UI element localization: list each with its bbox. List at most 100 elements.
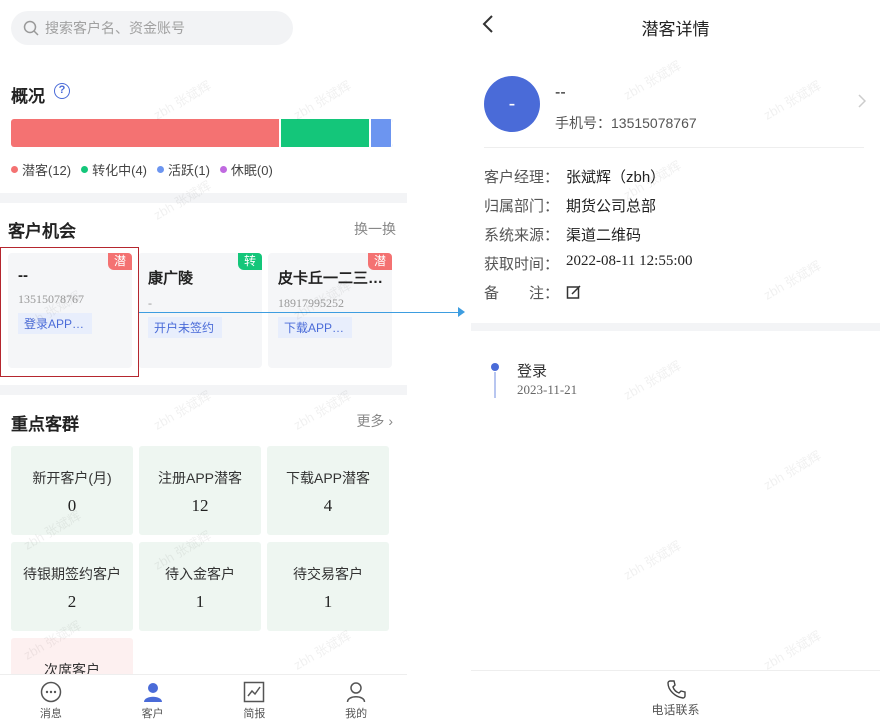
info-key: 备 注：: [484, 285, 560, 302]
legend-dot: [157, 166, 165, 173]
info-value: 期货公司总部: [566, 198, 657, 215]
group-value: 0: [67, 496, 77, 515]
legend-label: 潜客(12): [22, 163, 72, 178]
section-divider: [471, 323, 880, 331]
opportunity-card[interactable]: 转 康广陵 - 开户未签约: [138, 253, 262, 368]
timeline-event: 登录: [517, 363, 548, 380]
group-label: 注册APP潜客: [157, 470, 242, 486]
call-button[interactable]: 电话联系: [471, 670, 880, 722]
timeline-line: [494, 372, 496, 398]
info-row: 备 注：: [484, 282, 582, 303]
info-value: 渠道二维码: [566, 227, 642, 244]
overview-title: 概况: [11, 87, 45, 106]
status-tag: 潜: [368, 253, 392, 270]
opportunity-name: 康广陵: [148, 270, 194, 287]
overview-bar-segment: [370, 119, 393, 147]
tab-profile[interactable]: 我的: [305, 675, 407, 722]
chevron-right-icon: ›: [388, 413, 393, 429]
search-input[interactable]: [45, 20, 265, 36]
legend-dot: [11, 166, 18, 173]
edit-icon[interactable]: [566, 284, 582, 300]
timeline-dot: [491, 363, 499, 371]
group-card[interactable]: 待银期签约客户 2: [11, 542, 133, 631]
legend-item: 潜客(12): [11, 160, 71, 179]
tab-customer[interactable]: 客户: [102, 675, 204, 722]
opportunity-status: 开户未签约: [148, 317, 222, 338]
group-label: 待银期签约客户: [23, 566, 121, 582]
tab-label: 简报: [243, 708, 266, 720]
refresh-button[interactable]: 换一换: [354, 219, 396, 239]
info-key: 系统来源：: [484, 227, 560, 244]
chevron-right-icon[interactable]: [857, 94, 866, 108]
legend-label: 活跃(1): [168, 163, 210, 178]
legend-dot: [219, 166, 227, 173]
info-row: 归属部门： 期货公司总部: [484, 195, 656, 216]
legend-item: 休眠(0): [219, 160, 273, 179]
bottom-tab-bar: 消息 客户 简报 我的: [0, 674, 407, 722]
customer-home-panel: 概况 ? 潜客(12) 转化中(4) 活跃(1) 休眠(0) 客户机会 换一换 潜 -…: [0, 0, 407, 722]
customer-phone: 手机号：13515078767: [555, 115, 697, 131]
tab-label: 我的: [345, 708, 368, 720]
tab-report[interactable]: 简报: [204, 675, 306, 722]
connector-arrowhead: [458, 307, 465, 317]
groups-title: 重点客群: [11, 415, 79, 434]
legend-dot: [81, 166, 89, 173]
info-value: 张斌辉（zbh）: [566, 169, 666, 186]
group-label: 待交易客户: [293, 566, 363, 582]
phone-icon: [666, 680, 686, 699]
info-row: 客户经理： 张斌辉（zbh）: [484, 166, 665, 187]
group-value: 4: [323, 496, 333, 515]
opportunity-name: 皮卡丘一二三…: [278, 270, 384, 287]
opportunity-status: 下载APP…: [278, 317, 352, 338]
info-key: 客户经理：: [484, 169, 560, 186]
overview-bar-segment: [280, 119, 371, 147]
divider-line: [484, 147, 864, 148]
tab-label: 消息: [39, 708, 62, 720]
overview-bar: [11, 119, 393, 147]
call-label: 电话联系: [651, 703, 700, 717]
search-bar[interactable]: [11, 11, 293, 45]
more-button[interactable]: 更多 ›: [356, 411, 393, 431]
overview-legend: 潜客(12) 转化中(4) 活跃(1) 休眠(0): [11, 160, 283, 179]
opportunity-phone: -: [148, 296, 152, 310]
more-label: 更多: [356, 413, 385, 429]
group-card[interactable]: 注册APP潜客 12: [139, 446, 261, 535]
info-key: 获取时间：: [484, 256, 560, 273]
help-icon[interactable]: ?: [54, 83, 70, 99]
message-icon: [40, 681, 62, 703]
opportunities-title: 客户机会: [8, 222, 76, 241]
timeline-date: 2023-11-21: [517, 382, 578, 397]
selection-highlight: [0, 247, 139, 377]
group-label: 新开客户(月): [32, 470, 112, 486]
group-value: 1: [195, 592, 205, 611]
info-value: 2022-08-11 12:55:00: [566, 253, 693, 269]
group-card[interactable]: 待入金客户 1: [139, 542, 261, 631]
profile-icon: [346, 682, 366, 703]
chart-icon: [244, 681, 265, 703]
group-value: 1: [323, 592, 333, 611]
lead-detail-panel: 潜客详情 - -- 手机号：13515078767 客户经理： 张斌辉（zbh）…: [471, 0, 880, 722]
opportunity-card[interactable]: 潜 皮卡丘一二三… 18917995252 下载APP…: [268, 253, 392, 368]
status-tag: 转: [238, 253, 262, 270]
info-row: 系统来源： 渠道二维码: [484, 224, 641, 245]
tab-message[interactable]: 消息: [0, 675, 102, 722]
legend-item: 转化中(4): [81, 160, 147, 179]
group-label: 待入金客户: [165, 566, 235, 582]
legend-label: 休眠(0): [230, 163, 273, 178]
customer-icon: [143, 683, 162, 702]
group-card[interactable]: 待交易客户 1: [267, 542, 389, 631]
customer-name: --: [555, 84, 566, 101]
connector-line: [139, 312, 461, 313]
info-row: 获取时间： 2022-08-11 12:55:00: [484, 253, 693, 274]
avatar: -: [484, 76, 540, 132]
group-card[interactable]: 下载APP潜客 4: [267, 446, 389, 535]
group-value: 12: [191, 496, 209, 515]
group-label: 下载APP潜客: [285, 470, 370, 486]
legend-label: 转化中(4): [92, 163, 148, 178]
tab-label: 客户: [141, 708, 164, 720]
section-divider: [0, 193, 407, 203]
opportunity-phone: 18917995252: [278, 296, 344, 310]
search-icon: [23, 20, 39, 36]
section-divider: [0, 385, 407, 395]
group-card[interactable]: 新开客户(月) 0: [11, 446, 133, 535]
